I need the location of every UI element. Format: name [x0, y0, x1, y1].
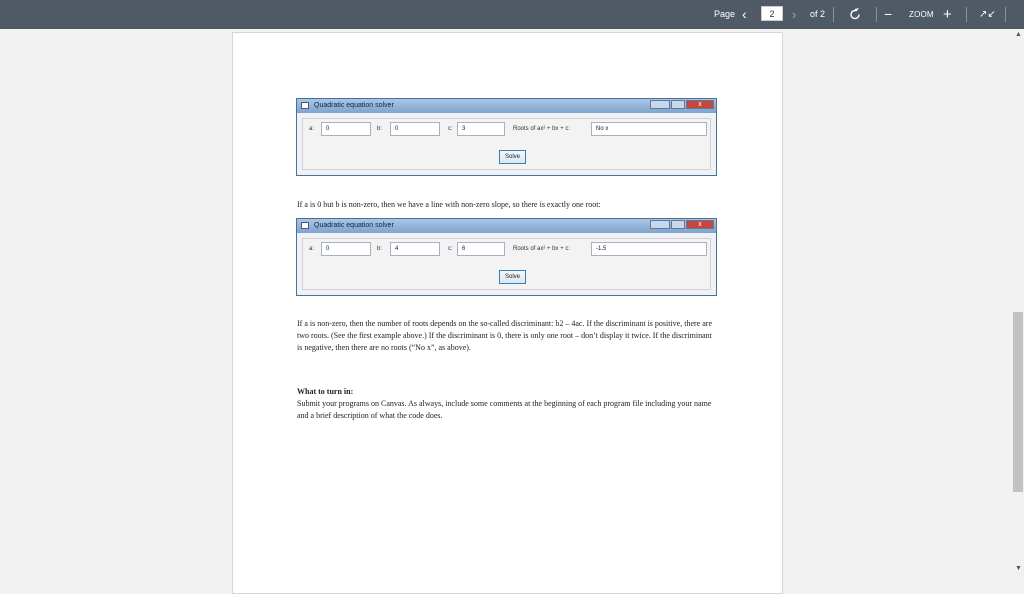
page-number-input[interactable]: 2 [761, 6, 783, 21]
toolbar-divider [966, 7, 967, 22]
roots-label: Roots of ax² + bx + c: [513, 126, 571, 132]
b-label: b: [377, 126, 383, 132]
toolbar-divider [833, 7, 834, 22]
close-icon: x [686, 220, 714, 229]
zoom-label: ZOOM [909, 10, 934, 19]
line-case-paragraph: If a is 0 but b is non-zero, then we hav… [297, 200, 601, 209]
close-icon: x [686, 100, 714, 109]
b-label: b: [377, 246, 383, 252]
chevron-right-icon[interactable]: › [792, 0, 796, 29]
solver-window-screenshot: Quadratic equation solver x a: 0 b: 4 c:… [296, 218, 717, 296]
minimize-icon [650, 220, 670, 229]
roots-field: No x [591, 122, 707, 136]
page-label: Page [714, 9, 736, 19]
window-body: a: 0 b: 4 c: 6 Roots of ax² + bx + c: -1… [302, 238, 711, 290]
toolbar-divider [1005, 7, 1006, 22]
maximize-icon [671, 100, 685, 109]
solve-button: Solve [499, 150, 526, 164]
maximize-icon [671, 220, 685, 229]
toolbar-divider [876, 7, 877, 22]
roots-label: Roots of ax² + bx + c: [513, 246, 571, 252]
window-title-bar: Quadratic equation solver x [297, 99, 716, 113]
window-title: Quadratic equation solver [314, 102, 394, 109]
scroll-down-arrow[interactable]: ▼ [1015, 565, 1022, 572]
c-field: 6 [457, 242, 505, 256]
app-icon [301, 102, 309, 109]
b-field: 4 [390, 242, 440, 256]
a-field: 0 [321, 122, 371, 136]
zoom-out-button[interactable]: − [884, 0, 892, 29]
chevron-left-icon[interactable]: ‹ [742, 0, 747, 29]
a-field: 0 [321, 242, 371, 256]
roots-field: -1.5 [591, 242, 707, 256]
window-controls: x [649, 100, 714, 110]
c-label: c: [448, 126, 453, 132]
a-label: a: [309, 246, 315, 252]
window-title-bar: Quadratic equation solver x [297, 219, 716, 233]
zoom-in-button[interactable]: + [943, 0, 952, 29]
solver-window-screenshot: Quadratic equation solver x a: 0 b: 0 c:… [296, 98, 717, 176]
turn-in-heading: What to turn in: [297, 387, 354, 396]
window-body: a: 0 b: 0 c: 3 Roots of ax² + bx + c: No… [302, 118, 711, 170]
discriminant-paragraph: If a is non-zero, then the number of roo… [297, 319, 712, 352]
scroll-up-arrow[interactable]: ▲ [1015, 31, 1022, 38]
minimize-icon [650, 100, 670, 109]
solve-button: Solve [499, 270, 526, 284]
scrollbar-thumb[interactable] [1013, 312, 1023, 492]
window-title: Quadratic equation solver [314, 222, 394, 229]
a-label: a: [309, 126, 315, 132]
pdf-toolbar: Page ‹ 2 › of 2 − ZOOM + ↗↙ [0, 0, 1024, 29]
b-field: 0 [390, 122, 440, 136]
collapse-icon[interactable]: ↗↙ [979, 0, 996, 29]
page-count: of 2 [810, 9, 826, 19]
c-label: c: [448, 246, 453, 252]
turn-in-paragraph: Submit your programs on Canvas. As alway… [297, 399, 712, 420]
c-field: 3 [457, 122, 505, 136]
app-icon [301, 222, 309, 229]
window-controls: x [649, 220, 714, 230]
rotate-icon[interactable] [849, 0, 861, 29]
